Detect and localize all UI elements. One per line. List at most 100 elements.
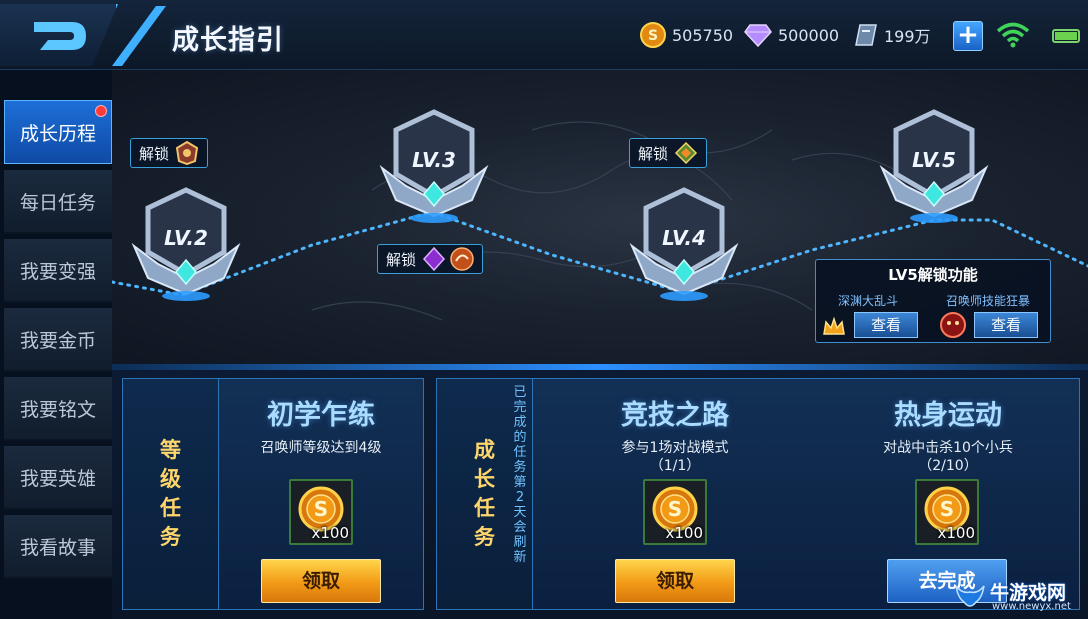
- sidebar-item-label: 成长历程: [19, 122, 96, 145]
- level-label: LV.3: [412, 148, 456, 172]
- task-area: 等 级 任 务 初学乍练 召唤师等级达到4级 S x100 领取 成 长 任 务…: [112, 370, 1088, 619]
- sidebar-item-label: 我要铭文: [19, 398, 96, 421]
- level-task-label: 等 级 任 务: [123, 379, 219, 609]
- reward-gold-coins: S x100: [289, 479, 353, 545]
- view-berserk-skill-button[interactable]: 查看: [974, 312, 1038, 338]
- back-button[interactable]: [0, 4, 118, 66]
- sidebar-item-label: 我要变强: [19, 260, 96, 283]
- label-char: 务: [474, 525, 495, 549]
- reward-gold-coins: S x100: [915, 479, 979, 545]
- unlock-tag-lv4[interactable]: 解锁: [629, 138, 708, 168]
- task-card-beginner: 初学乍练 召唤师等级达到4级 S x100 领取: [219, 379, 423, 609]
- watermark-url: www.newyx.net: [992, 601, 1071, 612]
- task-card-arena-road: 竞技之路 参与1场对战模式 （1/1） S x100 领取: [537, 379, 813, 609]
- gold-amount: 505750: [672, 25, 734, 45]
- reward-quantity: x100: [937, 524, 975, 542]
- task-progress: （2/10）: [918, 458, 978, 474]
- svg-text:S: S: [668, 497, 682, 521]
- sidebar-item-get-stronger[interactable]: 我要变强: [4, 239, 112, 303]
- task-description: 参与1场对战模式: [621, 440, 729, 456]
- label-char: 任: [474, 496, 495, 520]
- unlock-tag-lv2[interactable]: 解锁: [130, 138, 209, 168]
- voucher-icon: [855, 24, 877, 46]
- sidebar: 成长历程 每日任务 我要变强 我要金币 我要铭文 我要英雄 我看故事: [0, 100, 112, 619]
- unlock-tag-lv3[interactable]: 解锁: [377, 244, 484, 274]
- claim-button[interactable]: 领取: [261, 559, 381, 603]
- notification-dot: [95, 105, 107, 117]
- task-card-warm-up: 热身运动 对战中击杀10个小兵 （2/10） S x100 去完成: [817, 379, 1079, 609]
- voucher-counter: 199万: [854, 22, 931, 48]
- level-label: LV.5: [912, 148, 956, 172]
- note-char: 会: [513, 520, 527, 535]
- level-badge-lv3[interactable]: LV.3: [376, 108, 492, 224]
- svg-text:S: S: [314, 497, 328, 521]
- refresh-note: 已 完 成 的 任 务 第 2 天 会 刷 新: [511, 385, 529, 565]
- label-char: 等: [160, 438, 181, 462]
- reward-quantity: x100: [311, 524, 349, 542]
- level-label: LV.4: [662, 226, 706, 250]
- task-description: 对战中击杀10个小兵: [883, 440, 1013, 456]
- level-badge-lv4[interactable]: LV.4: [626, 186, 742, 302]
- reward-gold-coins: S x100: [643, 479, 707, 545]
- back-arrow-icon: [34, 22, 86, 50]
- bull-logo-icon: [955, 585, 985, 607]
- feature-label-berserk-skill: 召唤师技能狂暴: [946, 294, 1031, 308]
- battery-icon: [1052, 29, 1080, 43]
- diamond-icon: [744, 24, 772, 47]
- berserk-skill-icon: [940, 312, 966, 338]
- note-char: 已: [513, 385, 527, 400]
- rune-icon: [423, 247, 446, 271]
- task-title: 竞技之路: [621, 400, 729, 431]
- level-badge-lv2[interactable]: LV.2: [128, 186, 244, 302]
- claim-button[interactable]: 领取: [615, 559, 735, 603]
- gem-amount: 500000: [778, 25, 840, 45]
- task-title: 热身运动: [894, 400, 1002, 431]
- feature-label-abyss-brawl: 深渊大乱斗: [838, 294, 899, 308]
- mode-icon: [674, 141, 698, 165]
- summoner-skill-icon: [450, 247, 474, 271]
- task-description: 召唤师等级达到4级: [260, 440, 382, 456]
- gold-coin-icon: S: [640, 22, 666, 48]
- note-char: 刷: [513, 535, 527, 550]
- note-char: 2: [515, 490, 525, 505]
- level-label: LV.2: [164, 226, 208, 250]
- sidebar-item-growth-history[interactable]: 成长历程: [4, 100, 112, 164]
- top-bar: 成长指引 S 505750 500000 199万 +: [0, 0, 1088, 70]
- site-watermark: 牛游戏网 www.newyx.net: [950, 576, 1086, 616]
- note-char: 天: [513, 505, 527, 520]
- sidebar-item-label: 每日任务: [19, 191, 96, 214]
- svg-text:S: S: [648, 28, 658, 44]
- task-title: 初学乍练: [267, 400, 375, 431]
- svg-text:S: S: [940, 497, 954, 521]
- level-task-panel: 等 级 任 务 初学乍练 召唤师等级达到4级 S x100 领取: [122, 378, 424, 610]
- wifi-icon: [996, 22, 1030, 48]
- reward-quantity: x100: [665, 524, 703, 542]
- recharge-plus-button[interactable]: +: [953, 21, 983, 51]
- note-char: 务: [513, 460, 527, 475]
- note-char: 新: [513, 550, 527, 565]
- sidebar-item-get-runes[interactable]: 我要铭文: [4, 377, 112, 441]
- sidebar-item-label: 我看故事: [19, 536, 96, 559]
- level-badge-lv5[interactable]: LV.5: [876, 108, 992, 224]
- lv5-panel-title: LV5解锁功能: [888, 266, 978, 284]
- view-abyss-brawl-button[interactable]: 查看: [854, 312, 918, 338]
- unlock-label: 解锁: [386, 250, 417, 269]
- note-char: 第: [513, 475, 527, 490]
- sidebar-item-daily-tasks[interactable]: 每日任务: [4, 170, 112, 234]
- lv5-unlock-panel: LV5解锁功能 深渊大乱斗 召唤师技能狂暴 查看 查看: [815, 259, 1051, 343]
- sidebar-item-stories[interactable]: 我看故事: [4, 515, 112, 579]
- title-divider-icon: [112, 6, 166, 66]
- gold-counter: S 505750: [640, 22, 733, 48]
- note-char: 完: [513, 400, 527, 415]
- label-char: 成: [474, 438, 495, 462]
- crown-icon: [823, 316, 845, 335]
- sidebar-item-label: 我要英雄: [19, 467, 96, 490]
- label-char: 任: [160, 496, 181, 520]
- sidebar-item-get-heroes[interactable]: 我要英雄: [4, 446, 112, 510]
- page-title: 成长指引: [172, 25, 284, 56]
- task-progress: （1/1）: [649, 458, 701, 474]
- label-char: 务: [160, 525, 181, 549]
- note-char: 任: [513, 445, 527, 460]
- sidebar-item-get-gold[interactable]: 我要金币: [4, 308, 112, 372]
- label-char: 长: [474, 467, 495, 491]
